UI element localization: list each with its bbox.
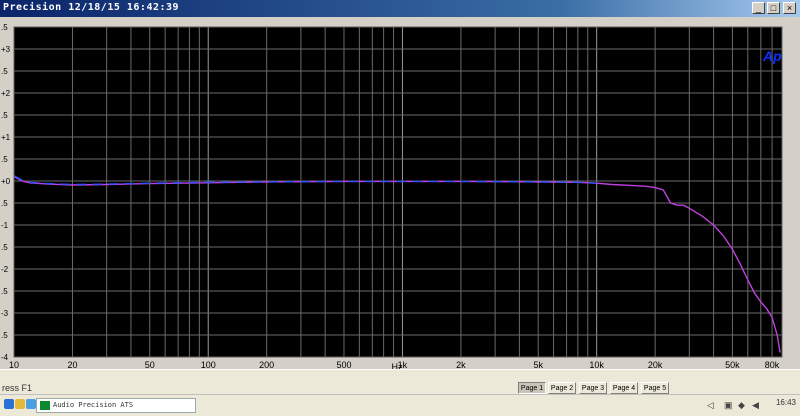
y-tick-label: +0 [1, 177, 11, 186]
window-title: Precision 12/18/15 16:42:39 [3, 2, 180, 13]
x-tick-label: 200 [259, 360, 274, 369]
x-tick-label: 10 [9, 360, 19, 369]
title-bar: Precision 12/18/15 16:42:39 _ □ × [0, 0, 800, 17]
taskbar-button-audio-precision[interactable]: Audio Precision ATS [36, 398, 196, 413]
minimize-button[interactable]: _ [752, 2, 765, 14]
y-tick-label: .5 [1, 331, 8, 340]
x-tick-label: 20 [67, 360, 77, 369]
tab-page-1[interactable]: Page 1 [518, 382, 546, 394]
folder-icon[interactable] [15, 399, 25, 409]
media-icon[interactable] [26, 399, 36, 409]
tray-network-icon[interactable]: ▣ [724, 400, 733, 411]
y-tick-label: .5 [1, 243, 8, 252]
ie-icon[interactable] [4, 399, 14, 409]
clock: 16:43 [775, 398, 796, 407]
tray-arrow-icon[interactable]: ◁ [707, 400, 714, 411]
x-tick-label: 5k [533, 360, 543, 369]
x-tick-label: 50 [145, 360, 155, 369]
y-tick-label: .5 [1, 155, 8, 164]
x-tick-label: 2k [456, 360, 466, 369]
y-tick-label: .5 [1, 23, 8, 32]
tray-app-icon[interactable]: ◆ [738, 400, 745, 411]
tab-page-5[interactable]: Page 5 [641, 382, 669, 394]
y-tick-label: .5 [1, 67, 8, 76]
plot-area [14, 27, 782, 357]
ap-logo: Ap [762, 48, 782, 64]
y-tick-label: +2 [1, 89, 11, 98]
x-tick-label: 100 [201, 360, 216, 369]
close-button[interactable]: × [783, 2, 796, 14]
tab-page-2[interactable]: Page 2 [548, 382, 576, 394]
taskbar: Audio Precision ATS ◁ ▣ ◆ ◀ 16:43 [0, 394, 800, 416]
tab-page-4[interactable]: Page 4 [610, 382, 638, 394]
x-tick-label: 10k [589, 360, 604, 369]
status-hint: ress F1 [2, 383, 33, 393]
y-tick-label: .5 [1, 287, 8, 296]
y-tick-label: -3 [1, 309, 9, 318]
y-tick-label: -4 [1, 353, 9, 362]
x-tick-label: 50k [725, 360, 740, 369]
y-tick-label: +1 [1, 133, 11, 142]
tray-volume-icon[interactable]: ◀ [752, 400, 759, 411]
taskbar-button-label: Audio Precision ATS [53, 401, 134, 409]
y-tick-label: .5 [1, 111, 8, 120]
tab-page-3[interactable]: Page 3 [579, 382, 607, 394]
y-tick-label: +3 [1, 45, 11, 54]
y-tick-label: .5 [1, 199, 8, 208]
ap-app-icon [40, 401, 50, 410]
frequency-response-graph[interactable]: .5 +3 .5 +2 .5 +1 .5 +0 .5 -1 .5 -2 .5 -3 .5 -4 10 20 50 1… [0, 17, 800, 369]
x-tick-label: 80k [765, 360, 780, 369]
x-tick-label: 20k [648, 360, 663, 369]
x-axis-label: Hz [392, 362, 403, 369]
x-tick-label: 500 [336, 360, 351, 369]
y-tick-label: -1 [1, 221, 9, 230]
y-tick-label: -2 [1, 265, 9, 274]
maximize-button[interactable]: □ [767, 2, 780, 14]
status-bar: ress F1 Page 1 Page 2 Page 3 Page 4 Page… [0, 370, 800, 394]
